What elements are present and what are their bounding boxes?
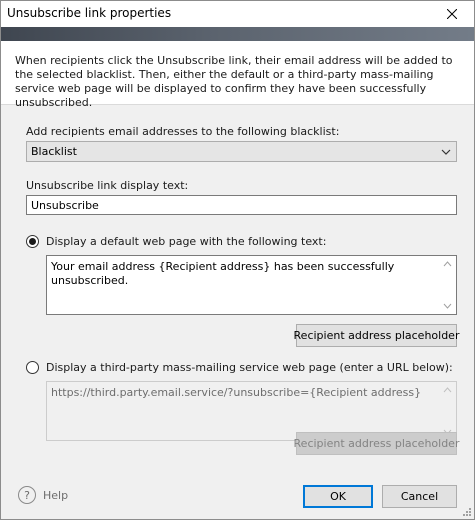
scroll-up-arrow-icon[interactable] — [443, 387, 452, 393]
help-link[interactable]: ? Help — [18, 486, 68, 504]
blacklist-selected-value: Blacklist — [31, 145, 77, 158]
blacklist-label: Add recipients email addresses to the fo… — [26, 125, 340, 138]
link-text-field[interactable] — [26, 195, 457, 215]
third-party-page-label: Display a third-party mass-mailing servi… — [46, 361, 453, 374]
description-panel: When recipients click the Unsubscribe li… — [1, 41, 474, 109]
third-party-page-radio[interactable] — [26, 361, 39, 374]
third-party-url-text: https://third.party.email.service/?unsub… — [51, 386, 422, 399]
header-banner — [1, 27, 474, 41]
blacklist-select[interactable]: Blacklist — [26, 141, 457, 162]
third-party-recipient-placeholder-button[interactable]: Recipient address placeholder — [294, 432, 459, 455]
ok-button[interactable]: OK — [303, 485, 373, 508]
scroll-down-arrow-icon[interactable] — [443, 303, 452, 309]
close-button[interactable] — [430, 1, 474, 27]
third-party-page-option[interactable]: Display a third-party mass-mailing servi… — [26, 361, 453, 374]
chevron-down-icon — [441, 149, 451, 155]
help-icon: ? — [18, 486, 36, 504]
close-icon — [447, 9, 457, 19]
title-bar[interactable]: Unsubscribe link properties — [1, 1, 474, 27]
link-text-label: Unsubscribe link display text: — [26, 179, 189, 192]
default-page-text: Your email address {Recipient address} h… — [51, 260, 395, 287]
default-page-text-area[interactable]: Your email address {Recipient address} h… — [46, 255, 457, 315]
resize-grip-icon[interactable] — [462, 507, 472, 517]
help-label: Help — [43, 488, 69, 502]
cancel-button[interactable]: Cancel — [382, 485, 457, 508]
scroll-up-arrow-icon[interactable] — [443, 261, 452, 267]
dialog-window: Unsubscribe link properties When recipie… — [0, 0, 475, 520]
default-page-radio[interactable] — [26, 235, 39, 248]
default-recipient-placeholder-button[interactable]: Recipient address placeholder — [294, 324, 459, 347]
default-page-label: Display a default web page with the foll… — [46, 235, 327, 248]
window-title: Unsubscribe link properties — [7, 6, 172, 20]
link-text-input[interactable] — [27, 196, 456, 214]
description-text: When recipients click the Unsubscribe li… — [15, 54, 453, 109]
default-page-option[interactable]: Display a default web page with the foll… — [26, 235, 326, 248]
default-page-scrollbar[interactable] — [439, 256, 456, 314]
